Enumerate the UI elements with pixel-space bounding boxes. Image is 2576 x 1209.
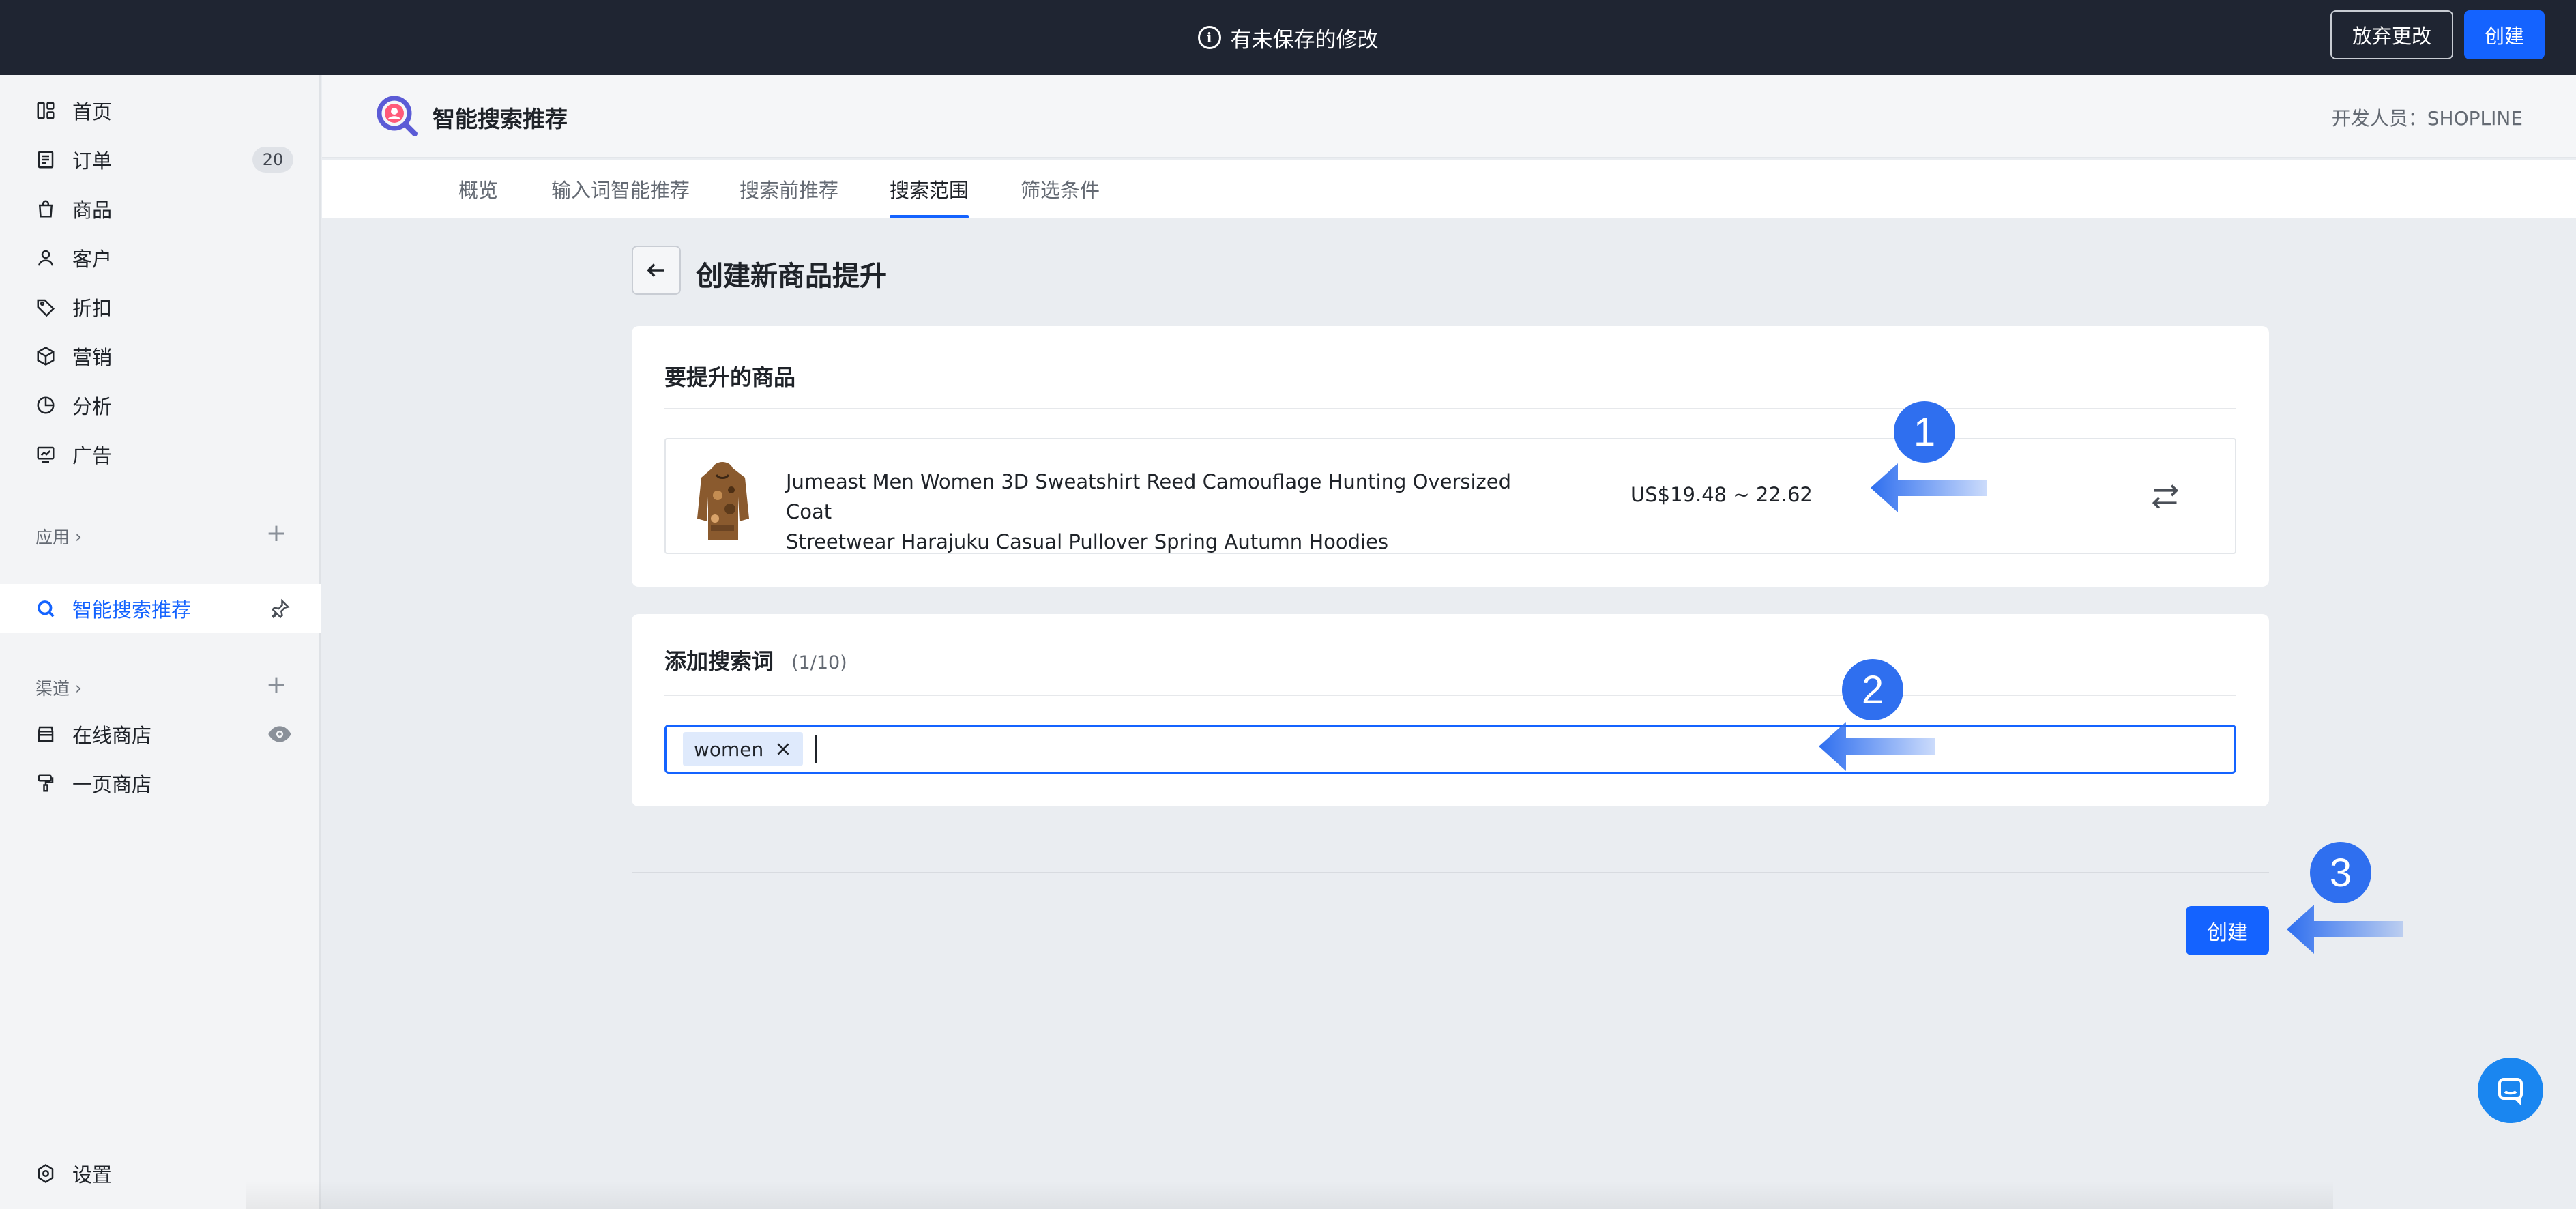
annotation-marker-2: 2 [1842,659,1903,720]
boost-product-card: 要提升的商品 Jumeast Men Women 3D Sweatshirt R… [632,326,2269,587]
create-button[interactable]: 创建 [2186,906,2269,955]
sidebar-item-label: 营销 [72,346,113,369]
sidebar-item-home[interactable]: 首页 [0,86,321,135]
chat-support-button[interactable] [2478,1058,2543,1123]
user-icon [35,248,56,268]
eye-icon[interactable] [267,724,292,744]
search-app-icon [35,598,56,619]
tab-overview[interactable]: 概览 [458,160,498,218]
order-icon [35,149,56,170]
annotation-arrow-left-icon [1819,722,1935,771]
keyword-counter: (1/10) [791,652,847,673]
tab-bar: 概览 输入词智能推荐 搜索前推荐 搜索范围 筛选条件 [322,160,2576,218]
sidebar-item-smart-search[interactable]: 智能搜索推荐 [0,584,321,633]
arrow-left-icon [647,263,664,277]
sidebar-item-label: 商品 [72,199,113,222]
keyword-input[interactable]: women [664,725,2236,774]
close-icon[interactable] [774,740,792,758]
card-divider [664,408,2236,409]
sidebar-item-products[interactable]: 商品 [0,184,321,233]
search-keywords-title-text: 添加搜索词 [664,648,774,674]
chevron-right-icon: › [75,526,83,547]
channels-section-label: 渠道 [35,679,70,699]
sidebar-item-orders[interactable]: 订单 20 [0,135,321,184]
app-header: 智能搜索推荐 开发人员：SHOPLINE [322,75,2576,158]
app-logo-icon [377,96,418,136]
unsaved-changes-bar: i 有未保存的修改 放弃更改 创建 [0,0,2576,75]
channels-section-header[interactable]: 渠道 › [35,675,82,700]
sidebar-item-analytics[interactable]: 分析 [0,381,321,430]
unsaved-message-text: 有未保存的修改 [1230,27,1379,53]
search-keywords-title: 添加搜索词 (1/10) [664,644,847,675]
tab-pre-search-recommendations[interactable]: 搜索前推荐 [740,160,838,218]
swap-icon[interactable] [2150,482,2180,512]
sidebar-item-one-page-store[interactable]: 一页商店 [0,759,321,808]
search-keywords-card: 添加搜索词 (1/10) women [632,614,2269,806]
product-row: Jumeast Men Women 3D Sweatshirt Reed Cam… [664,438,2236,554]
back-button[interactable] [632,246,681,295]
apps-section-label: 应用 [35,527,70,547]
keyword-tag-label: women [694,738,764,761]
tab-search-scope[interactable]: 搜索范围 [890,160,969,218]
pie-chart-icon [35,395,56,416]
product-price: US$19.48 ~ 22.62 [1630,483,1813,506]
paint-roller-icon [35,773,56,793]
product-name-line: Streetwear Harajuku Casual Pullover Spri… [786,530,1389,553]
sidebar-item-discounts[interactable]: 折扣 [0,282,321,332]
sidebar-item-marketing[interactable]: 营销 [0,332,321,381]
sidebar-item-label: 广告 [72,444,113,467]
product-name[interactable]: Jumeast Men Women 3D Sweatshirt Reed Cam… [786,467,1536,557]
add-channel-plus-icon[interactable]: + [266,673,287,697]
gear-icon [35,1163,56,1184]
tab-filters[interactable]: 筛选条件 [1021,160,1100,218]
sidebar-item-label: 订单 [72,149,113,173]
annotation-arrow-left-icon [2287,905,2403,954]
sidebar-item-label: 设置 [72,1163,113,1186]
sidebar-item-label: 一页商店 [72,773,152,796]
info-icon: i [1197,26,1221,49]
sidebar-item-label: 客户 [72,248,113,271]
sidebar: 首页 订单 20 商品 客户 折扣 营销 分析 广告 应用 › + 智能搜索推荐… [0,75,321,1209]
add-app-plus-icon[interactable]: + [266,521,287,546]
chat-icon [2498,1078,2523,1106]
product-thumbnail [692,454,753,540]
developer-info: 开发人员：SHOPLINE [2331,107,2523,130]
product-name-line: Jumeast Men Women 3D Sweatshirt Reed Cam… [786,470,1511,523]
store-icon [35,724,56,744]
topbar-create-button[interactable]: 创建 [2463,10,2545,59]
bag-icon [35,199,56,219]
sidebar-item-label: 在线商店 [72,724,152,747]
annotation-marker-3: 3 [2310,842,2371,903]
pin-icon[interactable] [270,598,291,619]
sidebar-item-label: 首页 [72,100,113,123]
annotation-marker-1: 1 [1894,401,1955,463]
dashboard-icon [35,100,56,121]
app-title: 智能搜索推荐 [433,106,568,132]
orders-count-badge: 20 [252,147,293,173]
page-title: 创建新商品提升 [696,261,887,292]
annotation-arrow-left-icon [1871,463,1987,512]
sidebar-item-label: 分析 [72,395,113,418]
bottom-shadow [246,1180,2333,1209]
sidebar-item-ads[interactable]: 广告 [0,430,321,479]
cube-icon [35,346,56,366]
footer-divider [632,872,2269,873]
text-caret [815,735,818,763]
main-content: 智能搜索推荐 开发人员：SHOPLINE 概览 输入词智能推荐 搜索前推荐 搜索… [322,75,2576,1209]
chevron-right-icon: › [75,678,83,698]
keyword-tag: women [683,732,804,766]
sidebar-item-label: 智能搜索推荐 [72,598,192,622]
discard-button[interactable]: 放弃更改 [2330,10,2453,59]
unsaved-message: i 有未保存的修改 [1197,23,1379,53]
tab-input-recommendations[interactable]: 输入词智能推荐 [551,160,690,218]
card-divider [664,695,2236,696]
sidebar-item-label: 折扣 [72,297,113,320]
sidebar-item-customers[interactable]: 客户 [0,233,321,282]
topbar-actions: 放弃更改 创建 [2330,10,2545,59]
ads-icon [35,444,56,465]
apps-section-header[interactable]: 应用 › [35,524,82,549]
boost-product-title: 要提升的商品 [664,364,796,390]
tag-icon [35,297,56,317]
sidebar-item-online-store[interactable]: 在线商店 [0,710,321,759]
